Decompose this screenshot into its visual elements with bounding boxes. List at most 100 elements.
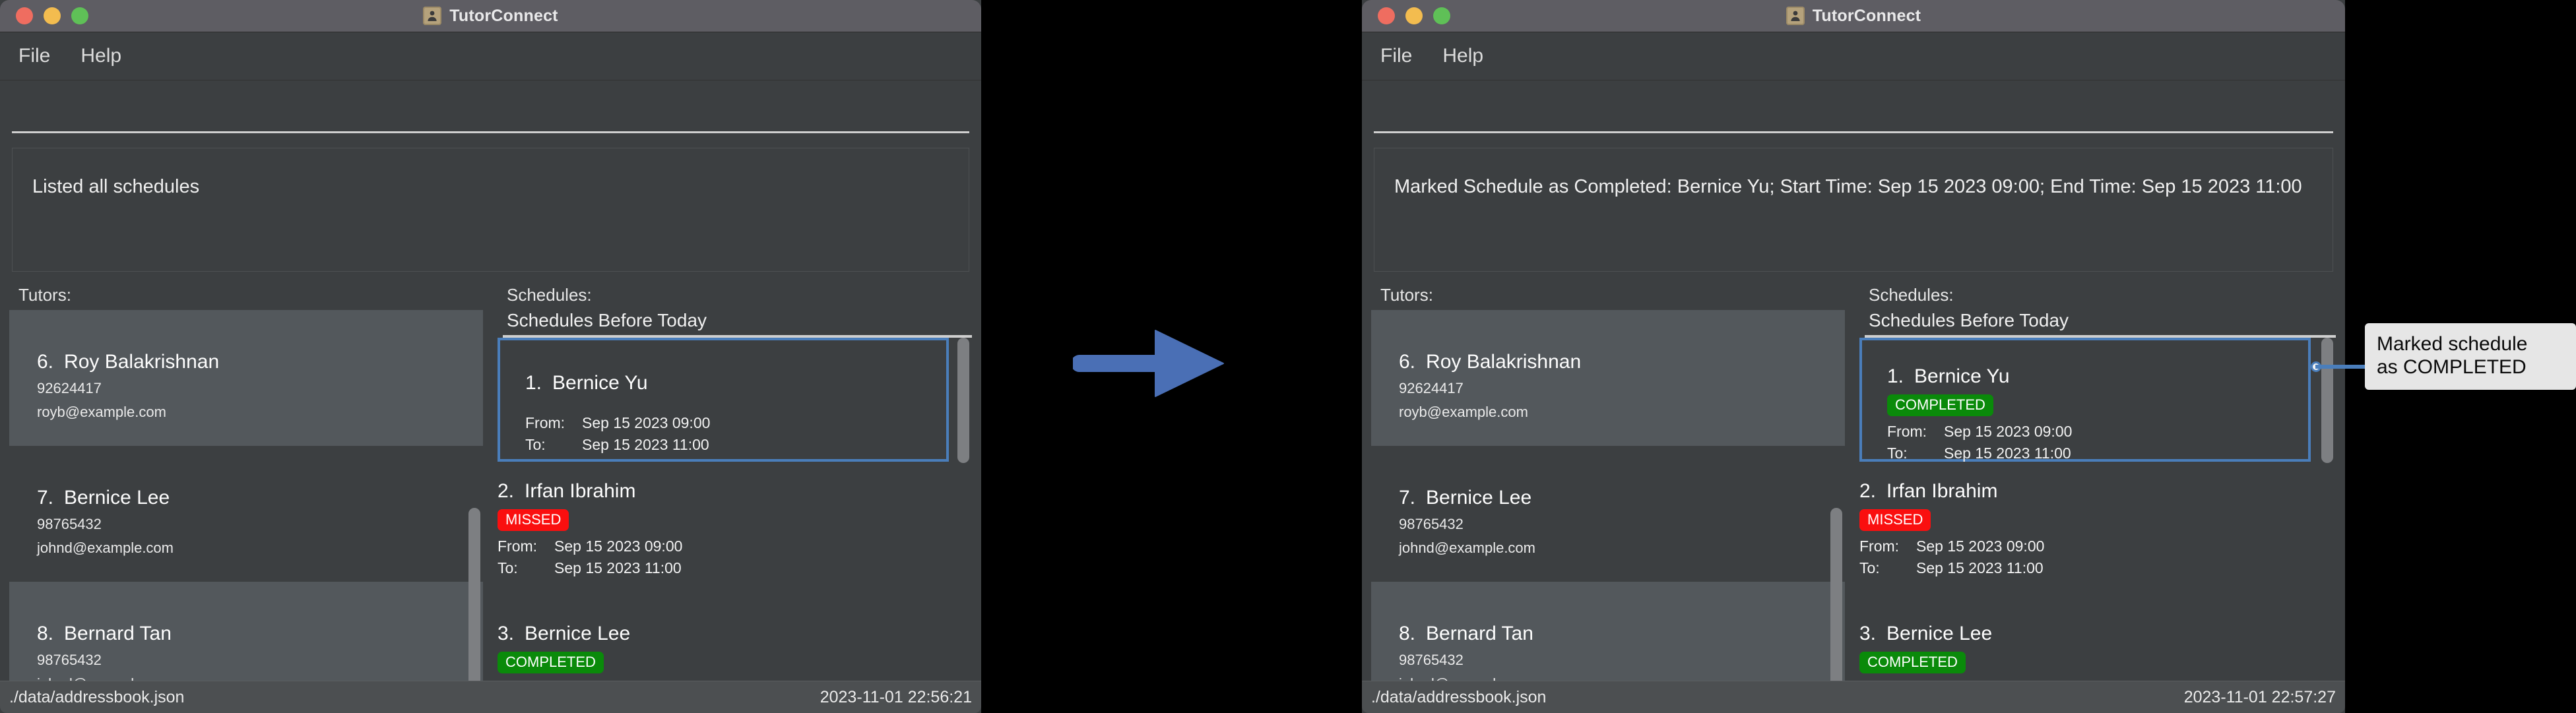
- schedule-listview[interactable]: 1. Bernice Yu COMPLETED From: Sep 15 2023 …: [1859, 338, 2336, 713]
- tutor-name: Bernice Lee: [1426, 487, 1532, 509]
- tutor-listview[interactable]: 6. Roy Balakrishnan 92624417 royb@example…: [9, 310, 483, 713]
- schedules-label: Schedules:: [1869, 285, 1954, 305]
- schedule-list-scrollbar[interactable]: [2321, 338, 2333, 628]
- list-item-selected[interactable]: 1. Bernice Yu COMPLETED From: Sep 15 2023 …: [1859, 338, 2311, 462]
- schedule-name: Irfan Ibrahim: [1886, 480, 1998, 502]
- list-item[interactable]: 2. Irfan Ibrahim MISSED From: Sep 15 2023 …: [498, 462, 949, 604]
- tutor-index: 6.: [37, 351, 54, 373]
- result-text: Listed all schedules: [32, 176, 200, 197]
- traffic-lights: [16, 7, 88, 24]
- maximize-button[interactable]: [1433, 7, 1450, 24]
- list-item[interactable]: 6. Roy Balakrishnan 92624417 royb@example…: [1371, 310, 1845, 446]
- person-icon: [423, 7, 442, 25]
- list-item[interactable]: 2. Irfan Ibrahim MISSED From: Sep 15 2023 …: [1859, 462, 2311, 604]
- schedule-list-panel: Schedules: Schedules Before Today 1. Bern…: [1859, 286, 2336, 713]
- result-display: Marked Schedule as Completed: Bernice Yu…: [1374, 148, 2333, 272]
- right-arrow-icon: [1071, 326, 1231, 404]
- status-badge: COMPLETED: [1859, 652, 1966, 674]
- minimize-button[interactable]: [44, 7, 61, 24]
- to-label: To:: [498, 559, 518, 577]
- schedule-to: Sep 15 2023 11:00: [582, 436, 709, 453]
- command-box[interactable]: [0, 80, 981, 148]
- from-label: From:: [1859, 538, 1900, 555]
- schedule-list-scrollbar[interactable]: [957, 338, 969, 628]
- schedule-to: Sep 15 2023 11:00: [554, 559, 682, 577]
- tutor-name: Roy Balakrishnan: [1426, 351, 1582, 373]
- status-file-path: ./data/addressbook.json: [9, 687, 185, 706]
- window-before: TutorConnect File Help Listed all schedu…: [0, 0, 981, 713]
- schedule-listview[interactable]: 1. Bernice Yu From: Sep 15 2023 09:00 To: S…: [498, 338, 972, 713]
- traffic-lights: [1378, 7, 1450, 24]
- tutor-name: Bernice Lee: [64, 487, 170, 509]
- status-badge: MISSED: [1859, 509, 1931, 532]
- schedule-from: Sep 15 2023 09:00: [582, 414, 711, 431]
- annotation-line-1: Marked schedule: [2377, 333, 2528, 355]
- schedule-list-scroll-thumb[interactable]: [957, 338, 969, 463]
- tutor-index: 8.: [37, 623, 54, 644]
- schedule-index: 2.: [1859, 480, 1877, 502]
- schedule-index: 2.: [498, 480, 515, 502]
- status-timestamp: 2023-11-01 22:56:21: [820, 687, 972, 706]
- schedule-name: Bernice Lee: [1886, 623, 1993, 644]
- schedule-to: Sep 15 2023 11:00: [1916, 559, 2044, 577]
- tutor-phone: 92624417: [37, 380, 102, 396]
- menu-help[interactable]: Help: [80, 45, 121, 67]
- tutor-list-panel: Tutors: 6. Roy Balakrishnan 92624417 royb…: [9, 286, 483, 713]
- tutor-name: Bernard Tan: [64, 623, 172, 644]
- to-label: To:: [1859, 559, 1880, 577]
- window-title: TutorConnect: [449, 6, 558, 25]
- window-title: TutorConnect: [1812, 6, 1921, 25]
- menu-file[interactable]: File: [1380, 45, 1412, 67]
- status-bar: ./data/addressbook.json 2023-11-01 22:57…: [1362, 681, 2345, 713]
- command-input-underline: [1374, 131, 2333, 133]
- titlebar: TutorConnect: [0, 0, 981, 32]
- list-item[interactable]: 7. Bernice Lee 98765432 johnd@example.com: [1371, 446, 1845, 582]
- status-badge: MISSED: [498, 509, 569, 532]
- menu-file[interactable]: File: [18, 45, 50, 67]
- status-badge: COMPLETED: [498, 652, 604, 674]
- tutor-index: 7.: [1399, 487, 1416, 509]
- from-label: From:: [525, 414, 565, 431]
- list-item[interactable]: 7. Bernice Lee 98765432 johnd@example.com: [9, 446, 483, 582]
- tutor-email: johnd@example.com: [37, 540, 174, 556]
- tutor-phone: 98765432: [37, 652, 102, 668]
- schedules-filter-label: Schedules Before Today: [507, 310, 707, 330]
- result-text: Marked Schedule as Completed: Bernice Yu…: [1394, 176, 2302, 197]
- close-button[interactable]: [1378, 7, 1395, 24]
- tutor-index: 6.: [1399, 351, 1416, 373]
- schedule-name: Bernice Yu: [552, 372, 648, 394]
- tutor-phone: 98765432: [1399, 652, 1464, 668]
- annotation-line-2: as COMPLETED: [2377, 356, 2527, 379]
- list-item-selected[interactable]: 1. Bernice Yu From: Sep 15 2023 09:00 To: S…: [498, 338, 949, 462]
- schedule-name: Irfan Ibrahim: [525, 480, 636, 502]
- tutor-name: Bernard Tan: [1426, 623, 1533, 644]
- tutor-listview[interactable]: 6. Roy Balakrishnan 92624417 royb@example…: [1371, 310, 1845, 713]
- schedule-name: Bernice Lee: [525, 623, 631, 644]
- menu-bar: File Help: [1362, 32, 2345, 80]
- close-button[interactable]: [16, 7, 33, 24]
- person-icon: [1786, 7, 1805, 25]
- command-box[interactable]: [1362, 80, 2345, 148]
- menu-help[interactable]: Help: [1442, 45, 1483, 67]
- titlebar: TutorConnect: [1362, 0, 2345, 32]
- schedule-list-scroll-thumb[interactable]: [2321, 338, 2333, 463]
- tutor-email: royb@example.com: [37, 404, 166, 420]
- status-timestamp: 2023-11-01 22:57:27: [2183, 687, 2336, 706]
- maximize-button[interactable]: [71, 7, 88, 24]
- list-item[interactable]: 6. Roy Balakrishnan 92624417 royb@example…: [9, 310, 483, 446]
- schedule-from: Sep 15 2023 09:00: [554, 538, 683, 555]
- schedule-list-panel: Schedules: Schedules Before Today 1. Bern…: [498, 286, 972, 713]
- tutor-email: johnd@example.com: [1399, 540, 1535, 556]
- tutors-label: Tutors:: [18, 285, 71, 305]
- minimize-button[interactable]: [1405, 7, 1423, 24]
- annotation-leader-line: [2315, 365, 2367, 369]
- to-label: To:: [1887, 445, 1908, 462]
- tutor-index: 8.: [1399, 623, 1416, 644]
- schedule-index: 1.: [1887, 365, 1904, 387]
- result-display: Listed all schedules: [12, 148, 969, 272]
- status-bar: ./data/addressbook.json 2023-11-01 22:56…: [0, 681, 981, 713]
- tutor-email: royb@example.com: [1399, 404, 1528, 420]
- tutor-name: Roy Balakrishnan: [64, 351, 220, 373]
- schedule-index: 3.: [498, 623, 515, 644]
- tutor-index: 7.: [37, 487, 54, 509]
